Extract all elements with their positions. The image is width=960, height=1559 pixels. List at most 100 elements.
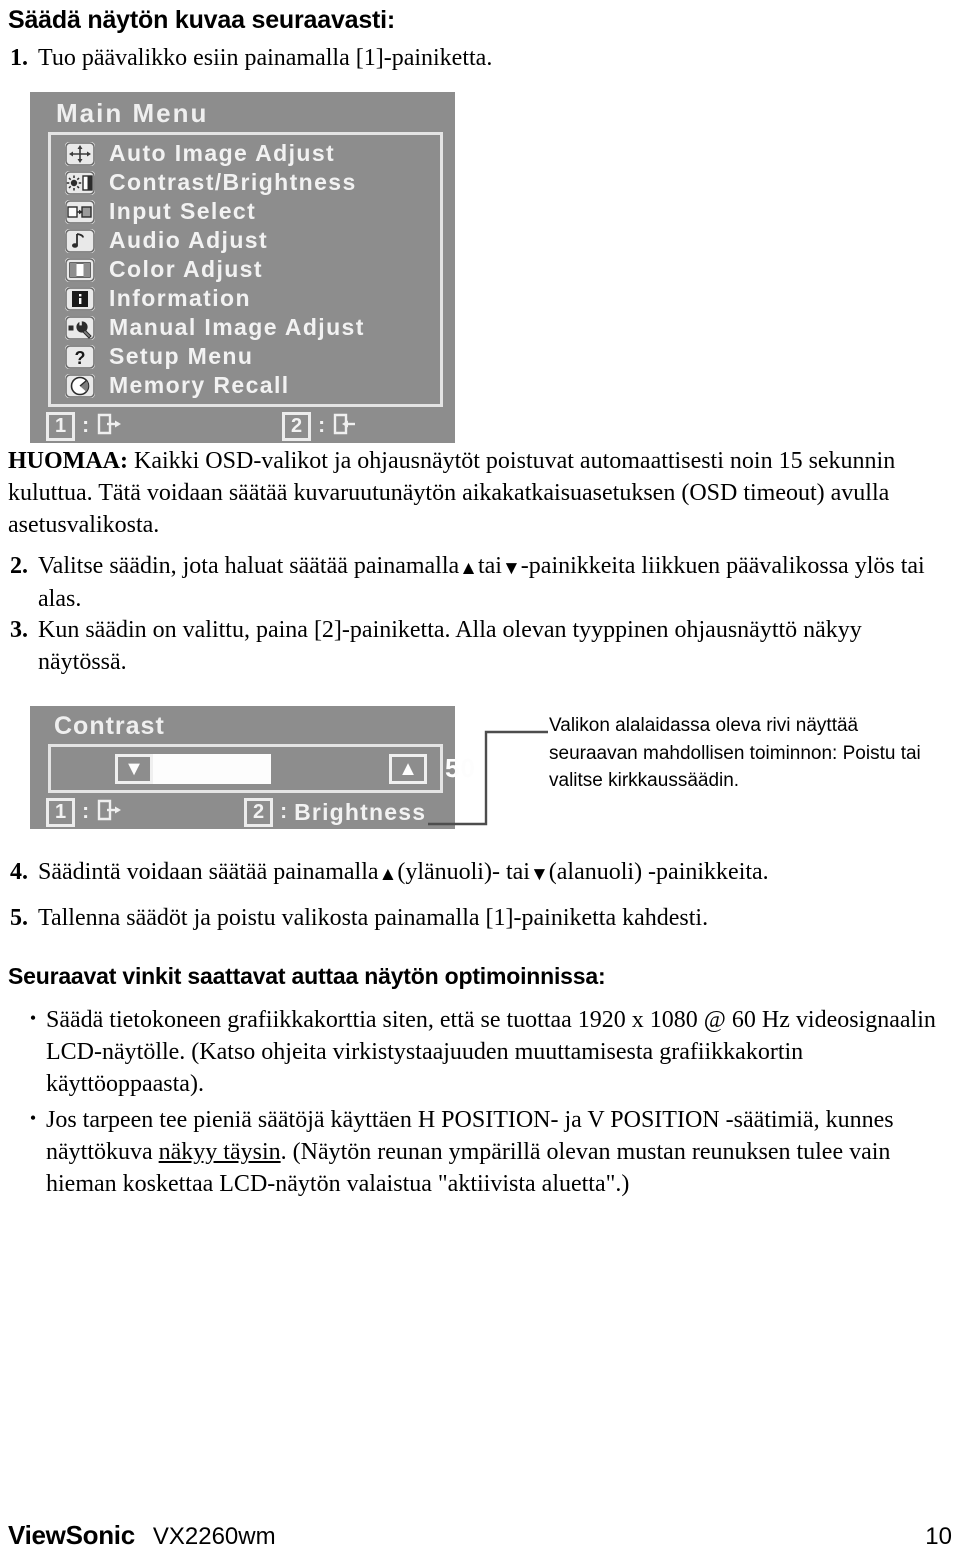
- contrast-brightness-icon: [65, 170, 95, 195]
- osd-key-1: 1: [46, 411, 76, 441]
- osd-contrast-key-2: 2: [244, 797, 274, 827]
- model-name: VX2260wm: [152, 1523, 276, 1550]
- osd-key-2: 2: [282, 411, 312, 441]
- menu-item-audio-adjust[interactable]: Audio Adjust: [51, 226, 440, 255]
- memory-recall-icon: [65, 373, 95, 398]
- menu-item-label: Color Adjust: [109, 256, 263, 282]
- osd-contrast-key-2-label: Brightness: [294, 798, 427, 825]
- callout-text: Valikon alalaidassa oleva rivi näyttää s…: [549, 715, 921, 792]
- slider-fill: [153, 753, 271, 784]
- manual-image-adjust-icon: [65, 315, 95, 340]
- osd-key-2-colon: :: [318, 414, 326, 437]
- note-label: HUOMAA:: [8, 448, 128, 474]
- step-2-text: Valitse säädin, jota haluat säätää paina…: [38, 551, 946, 616]
- step-1-text: Tuo päävalikko esiin painamalla [1]-pain…: [38, 44, 493, 71]
- step-2-pre: Valitse säädin, jota haluat säätää paina…: [38, 553, 460, 579]
- osd-key-2-group[interactable]: 2 :: [282, 411, 358, 441]
- menu-item-setup-menu[interactable]: ? Setup Menu: [51, 342, 440, 371]
- step-4: 4. Säädintä voidaan säätää painamalla (yl…: [8, 857, 946, 890]
- document-page: Säädä näytön kuvaa seuraavasti: 1. Tuo p…: [0, 0, 960, 1559]
- step-5: 5. Tallenna säädöt ja poistu valikosta p…: [8, 903, 946, 935]
- enter-icon: [332, 412, 358, 441]
- bullet-icon: •: [29, 1108, 37, 1128]
- audio-adjust-icon: [65, 228, 95, 253]
- tip-item-2-underlined: näkyy täysin: [158, 1138, 281, 1165]
- step-2: 2. Valitse säädin, jota haluat säätää pa…: [8, 551, 946, 616]
- osd-key-1-colon: :: [82, 414, 90, 437]
- osd-contrast-title: Contrast: [54, 712, 165, 740]
- menu-item-color-adjust[interactable]: Color Adjust: [51, 255, 440, 284]
- setup-menu-icon: ?: [65, 344, 95, 369]
- step-2-mid: tai: [477, 553, 502, 579]
- down-arrow-glyph: [502, 552, 521, 584]
- tip-item-1-text: Säädä tietokoneen grafiikkakorttia siten…: [46, 1007, 936, 1097]
- menu-item-contrast-brightness[interactable]: Contrast/Brightness: [51, 168, 440, 197]
- note-text: Kaikki OSD-valikot ja ohjausnäytöt poist…: [8, 448, 896, 538]
- exit-icon: [96, 412, 122, 441]
- brand-name: ViewSonic: [8, 1520, 135, 1550]
- menu-item-information[interactable]: Information: [51, 284, 440, 313]
- input-select-icon: [65, 199, 95, 224]
- page-title: Säädä näytön kuvaa seuraavasti:: [8, 6, 396, 34]
- menu-item-label: Setup Menu: [109, 343, 254, 369]
- step-3-text: Kun säädin on valittu, paina [2]-painike…: [38, 617, 862, 675]
- osd-contrast-key-2-colon: :: [280, 800, 288, 823]
- tips-heading: Seuraavat vinkit saattavat auttaa näytön…: [8, 963, 606, 989]
- step-3: 3. Kun säädin on valittu, paina [2]-pain…: [8, 615, 946, 679]
- osd-contrast-slider-area: ▼ ▲ 50: [48, 744, 475, 793]
- slider-track[interactable]: [153, 753, 389, 784]
- osd-main-menu-footer: 1 : 2 :: [30, 407, 455, 443]
- color-adjust-icon: [65, 257, 95, 282]
- auto-image-adjust-icon: [65, 141, 95, 166]
- menu-item-auto-image-adjust[interactable]: Auto Image Adjust: [51, 139, 440, 168]
- osd-contrast-key-2-group[interactable]: 2 : Brightness: [244, 797, 427, 827]
- up-arrow-glyph: [459, 552, 478, 584]
- step-4-pre: Säädintä voidaan säätää painamalla: [38, 859, 379, 885]
- slider-decrease-button[interactable]: ▼: [115, 753, 153, 784]
- step-3-number: 3.: [10, 617, 28, 643]
- contrast-slider[interactable]: ▼ ▲ 50: [51, 747, 475, 790]
- osd-key-1-group[interactable]: 1 :: [46, 411, 122, 441]
- down-arrow-icon: ▼: [124, 757, 144, 780]
- tip-item-2: • Jos tarpeen tee pieniä säätöjä käyttäe…: [20, 1105, 950, 1201]
- menu-item-label: Input Select: [109, 198, 257, 224]
- menu-item-manual-image-adjust[interactable]: Manual Image Adjust: [51, 313, 440, 342]
- tip-item-2-text: Jos tarpeen tee pieniä säätöjä käyttäen …: [46, 1105, 950, 1201]
- bullet-icon: •: [29, 1008, 37, 1028]
- step-5-number: 5.: [10, 905, 28, 931]
- step-5-text: Tallenna säädöt ja poistu valikosta pain…: [38, 905, 709, 931]
- callout-leader-line: [428, 730, 548, 826]
- page-number: 10: [925, 1523, 952, 1550]
- osd-contrast-key-1: 1: [46, 797, 76, 827]
- menu-item-label: Memory Recall: [109, 372, 290, 398]
- menu-item-label: Contrast/Brightness: [109, 169, 357, 195]
- up-arrow-icon: ▲: [398, 757, 418, 780]
- step-4-post: (alanuoli) -painikkeita.: [548, 859, 769, 885]
- menu-item-label: Audio Adjust: [109, 227, 269, 253]
- svg-text:?: ?: [75, 348, 86, 368]
- step-4-mid: (ylänuoli)- tai: [397, 859, 530, 885]
- step-1: 1. Tuo päävalikko esiin painamalla [1]-p…: [8, 43, 952, 75]
- up-arrow-glyph: [379, 858, 398, 890]
- menu-item-memory-recall[interactable]: Memory Recall: [51, 371, 440, 400]
- exit-icon: [96, 798, 122, 827]
- osd-contrast-panel: Contrast ▼ ▲ 50 1 : 2: Brightness: [30, 706, 475, 829]
- osd-main-menu: Main Menu Auto Image Adjust Contrast/Bri…: [30, 92, 455, 443]
- step-1-number: 1.: [10, 44, 28, 71]
- osd-contrast-key-1-colon: :: [82, 800, 90, 823]
- step-4-number: 4.: [10, 859, 28, 885]
- down-arrow-glyph: [530, 858, 549, 890]
- note-paragraph: HUOMAA: Kaikki OSD-valikot ja ohjausnäyt…: [8, 446, 946, 542]
- osd-contrast-footer: 1 : 2 : Brightness: [30, 793, 455, 829]
- menu-item-label: Manual Image Adjust: [109, 314, 365, 340]
- information-icon: [65, 286, 95, 311]
- osd-main-menu-title: Main Menu: [56, 98, 209, 128]
- tip-item-1: • Säädä tietokoneen grafiikkakorttia sit…: [20, 1005, 950, 1101]
- menu-item-label: Auto Image Adjust: [109, 140, 336, 166]
- menu-item-label: Information: [109, 285, 251, 311]
- menu-item-input-select[interactable]: Input Select: [51, 197, 440, 226]
- osd-contrast-key-1-group[interactable]: 1 :: [46, 797, 122, 827]
- step-4-text: Säädintä voidaan säätää painamalla (ylänu…: [38, 857, 946, 890]
- page-footer: ViewSonic VX2260wm 10: [8, 1520, 952, 1551]
- step-2-number: 2.: [10, 553, 28, 579]
